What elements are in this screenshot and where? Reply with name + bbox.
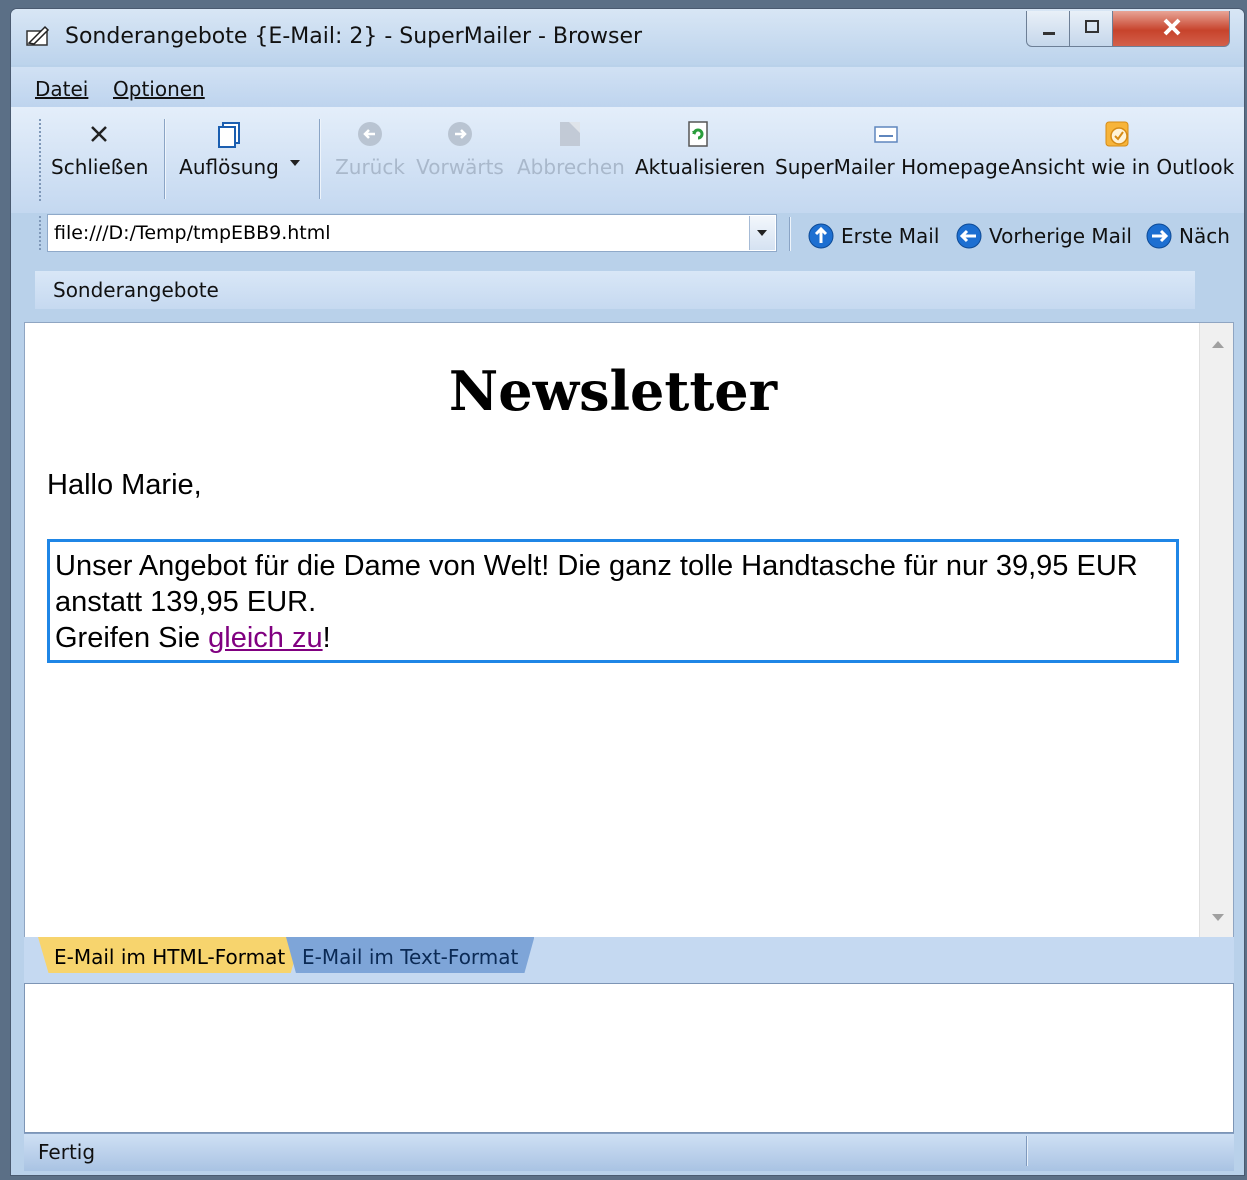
outlook-view-label: Ansicht wie in Outlook — [1011, 155, 1235, 179]
close-window-button[interactable] — [1112, 11, 1230, 47]
toolbar-separator — [164, 119, 166, 199]
next-mail-button[interactable]: Näch — [1145, 222, 1230, 250]
next-mail-label: Näch — [1179, 224, 1230, 248]
window-title: Sonderangebote {E-Mail: 2} - SuperMailer… — [65, 24, 643, 49]
format-tabs: E-Mail im HTML-Format E-Mail im Text-For… — [24, 937, 1234, 983]
address-dropdown-button[interactable] — [749, 216, 775, 250]
maximize-button[interactable] — [1069, 11, 1113, 47]
outlook-view-button[interactable]: Ansicht wie in Outlook — [1011, 119, 1234, 179]
back-button[interactable]: Zurück — [335, 119, 405, 179]
html-preview-pane[interactable]: Newsletter Hallo Marie, Unser Angebot fü… — [24, 322, 1234, 938]
tab-html-format[interactable]: E-Mail im HTML-Format — [38, 937, 302, 973]
link-bar: Sonderangebote — [35, 271, 1195, 309]
tab-text-format[interactable]: E-Mail im Text-Format — [286, 937, 535, 973]
scroll-up-icon[interactable] — [1212, 341, 1224, 348]
chevron-down-icon — [757, 230, 767, 236]
minimize-icon — [1043, 32, 1055, 35]
cta-suffix: ! — [322, 622, 331, 654]
stop-icon — [560, 122, 580, 146]
vertical-scrollbar[interactable] — [1199, 323, 1233, 937]
arrow-left-icon — [956, 223, 982, 249]
offer-box: Unser Angebot für die Dame von Welt! Die… — [47, 539, 1179, 663]
status-divider — [1026, 1136, 1028, 1166]
menu-datei[interactable]: Datei — [35, 77, 88, 101]
toolbar: Schließen Auflösung Zurück Vorwärts Abbr… — [11, 107, 1244, 213]
resolution-button[interactable]: Auflösung — [177, 119, 281, 179]
back-label: Zurück — [335, 155, 405, 179]
arrow-up-icon — [808, 223, 834, 249]
chevron-down-icon[interactable] — [289, 159, 301, 167]
refresh-button[interactable]: Aktualisieren — [635, 119, 765, 179]
cancel-label: Abbrechen — [517, 155, 625, 179]
status-text: Fertig — [38, 1140, 96, 1164]
first-mail-label: Erste Mail — [841, 224, 940, 248]
close-label: Schließen — [51, 155, 149, 179]
toolbar-separator — [319, 119, 321, 199]
cta-prefix: Greifen Sie — [55, 622, 209, 654]
offer-text: Unser Angebot für die Dame von Welt! Die… — [55, 550, 1138, 618]
text-preview-pane[interactable] — [24, 983, 1234, 1133]
refresh-icon — [688, 121, 708, 147]
envelope-icon — [874, 126, 898, 143]
previous-mail-label: Vorherige Mail — [989, 224, 1132, 248]
address-value[interactable]: file:///D:/Temp/tmpEBB9.html — [54, 222, 331, 244]
browser-window: Sonderangebote {E-Mail: 2} - SuperMailer… — [10, 8, 1245, 1176]
first-mail-button[interactable]: Erste Mail — [807, 222, 939, 250]
address-grip[interactable] — [39, 216, 44, 250]
greeting: Hallo Marie, — [47, 469, 202, 501]
address-bar[interactable]: file:///D:/Temp/tmpEBB9.html — [47, 214, 777, 252]
homepage-button[interactable]: SuperMailer Homepage — [775, 119, 1010, 179]
cta-link[interactable]: gleich zu — [208, 622, 322, 654]
outlook-icon — [1105, 121, 1129, 147]
close-x-icon — [91, 126, 107, 142]
resolution-label: Auflösung — [179, 155, 279, 179]
scroll-down-icon[interactable] — [1212, 914, 1224, 921]
toolbar-separator — [789, 217, 791, 251]
close-button[interactable]: Schließen — [51, 119, 149, 179]
menu-bar: Datei Optionen — [11, 67, 1244, 108]
forward-button[interactable]: Vorwärts — [415, 119, 505, 179]
homepage-label: SuperMailer Homepage — [775, 155, 1011, 179]
minimize-button[interactable] — [1026, 11, 1070, 47]
newsletter-title: Newsletter — [448, 359, 778, 423]
menu-optionen[interactable]: Optionen — [113, 77, 205, 101]
forward-arrow-icon — [448, 122, 472, 146]
cancel-button[interactable]: Abbrechen — [517, 119, 625, 179]
status-bar: Fertig — [24, 1133, 1234, 1171]
back-arrow-icon — [358, 122, 382, 146]
toolbar-grip[interactable] — [39, 119, 44, 201]
linkbar-item[interactable]: Sonderangebote — [53, 278, 219, 302]
mail-edit-icon — [26, 25, 50, 46]
previous-mail-button[interactable]: Vorherige Mail — [955, 222, 1132, 250]
resolution-icon — [218, 122, 240, 148]
close-icon — [1163, 18, 1181, 36]
refresh-label: Aktualisieren — [635, 155, 766, 179]
forward-label: Vorwärts — [416, 155, 504, 179]
arrow-right-icon — [1146, 223, 1172, 249]
title-bar[interactable]: Sonderangebote {E-Mail: 2} - SuperMailer… — [11, 9, 1244, 65]
maximize-icon — [1085, 20, 1099, 33]
